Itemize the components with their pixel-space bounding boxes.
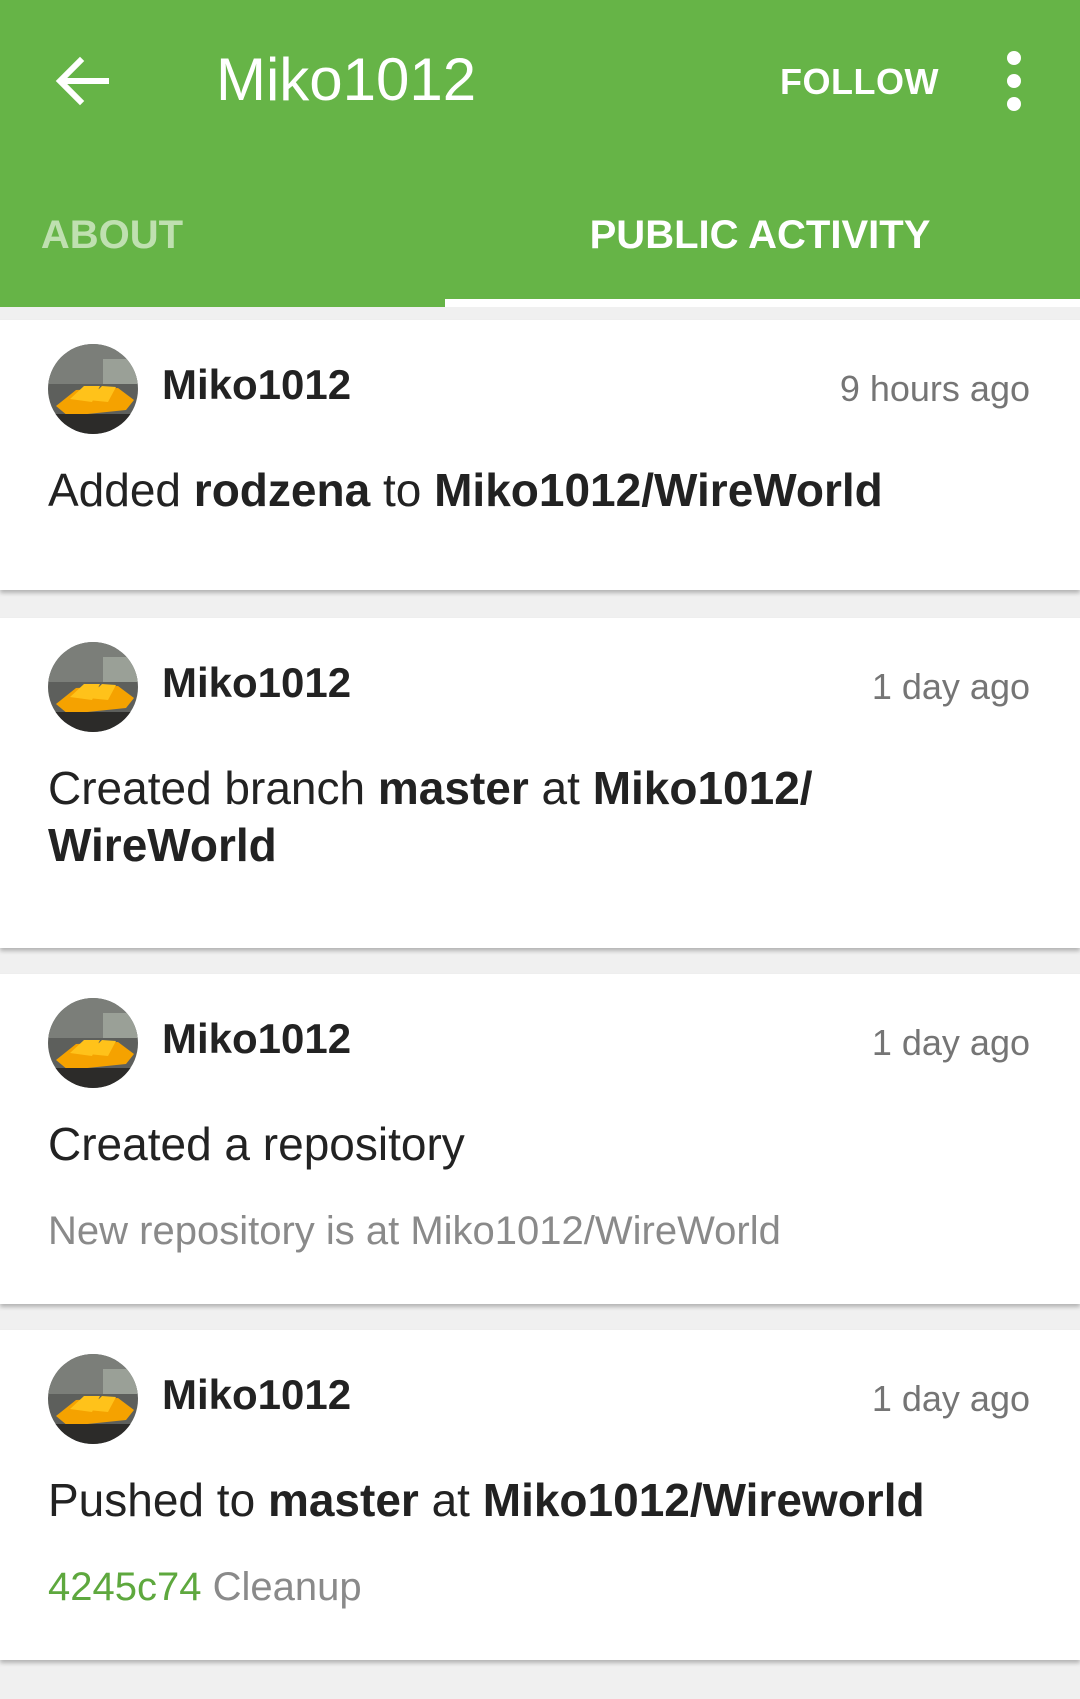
more-vert-icon bbox=[1007, 51, 1021, 111]
app-bar: Miko1012 FOLLOW ABOUT PUBLIC ACTIVITY bbox=[0, 0, 1080, 307]
more-options-button[interactable] bbox=[996, 48, 1032, 114]
arrow-left-icon bbox=[55, 56, 109, 106]
tab-bar: ABOUT PUBLIC ACTIVITY bbox=[0, 190, 1080, 307]
commit-sha-link[interactable]: 4245c74 bbox=[48, 1565, 201, 1609]
event-text: Created branch bbox=[48, 762, 378, 814]
event-user[interactable]: Miko1012 bbox=[162, 1014, 351, 1064]
avatar[interactable] bbox=[48, 642, 138, 732]
repo-link[interactable]: Miko1012/Wireworld bbox=[483, 1474, 925, 1526]
event-text: Pushed to bbox=[48, 1474, 268, 1526]
tab-public-activity[interactable]: PUBLIC ACTIVITY bbox=[440, 190, 1080, 302]
back-button[interactable] bbox=[50, 48, 116, 114]
event-description: Pushed to master at Miko1012/Wireworld bbox=[48, 1472, 1038, 1529]
page-title: Miko1012 bbox=[216, 46, 477, 113]
tab-about[interactable]: ABOUT bbox=[0, 190, 440, 302]
avatar[interactable] bbox=[48, 1354, 138, 1444]
event-description: Created branch master at Miko1012/WireWo… bbox=[48, 760, 1038, 874]
tab-indicator bbox=[445, 299, 1080, 307]
repo-link[interactable]: Miko1012/ bbox=[593, 762, 813, 814]
avatar-image bbox=[48, 642, 138, 732]
activity-card[interactable]: Miko1012 1 day ago Pushed to master at M… bbox=[0, 1330, 1080, 1660]
event-detail: New repository is at Miko1012/WireWorld bbox=[48, 1209, 781, 1253]
activity-card[interactable]: Miko1012 9 hours ago Added rodzena to Mi… bbox=[0, 320, 1080, 590]
event-text: at bbox=[528, 762, 593, 814]
repo-link[interactable]: WireWorld bbox=[48, 819, 277, 871]
commit-message: Cleanup bbox=[201, 1565, 362, 1609]
avatar-image bbox=[48, 1354, 138, 1444]
event-text: Created a repository bbox=[48, 1118, 465, 1170]
event-text: to bbox=[370, 464, 435, 516]
event-description: Created a repository bbox=[48, 1116, 1038, 1173]
event-user[interactable]: Miko1012 bbox=[162, 658, 351, 708]
avatar-image bbox=[48, 344, 138, 434]
activity-card[interactable]: Miko1012 1 day ago Created branch master… bbox=[0, 618, 1080, 948]
avatar-image bbox=[48, 998, 138, 1088]
event-user[interactable]: Miko1012 bbox=[162, 1370, 351, 1420]
event-time: 1 day ago bbox=[871, 1378, 1030, 1419]
event-text: Added bbox=[48, 464, 194, 516]
activity-card[interactable]: Miko1012 1 day ago Created a repository … bbox=[0, 974, 1080, 1304]
commit-line: 4245c74 Cleanup bbox=[48, 1562, 362, 1612]
event-description: Added rodzena to Miko1012/WireWorld bbox=[48, 462, 1038, 519]
avatar[interactable] bbox=[48, 344, 138, 434]
follow-button[interactable]: FOLLOW bbox=[780, 52, 939, 112]
event-text: at bbox=[418, 1474, 483, 1526]
member-link[interactable]: rodzena bbox=[194, 464, 370, 516]
avatar[interactable] bbox=[48, 998, 138, 1088]
branch-link[interactable]: master bbox=[268, 1474, 419, 1526]
event-time: 1 day ago bbox=[871, 666, 1030, 707]
branch-link[interactable]: master bbox=[378, 762, 529, 814]
event-time: 9 hours ago bbox=[839, 368, 1030, 409]
repo-link[interactable]: Miko1012/WireWorld bbox=[434, 464, 883, 516]
event-time: 1 day ago bbox=[871, 1022, 1030, 1063]
event-user[interactable]: Miko1012 bbox=[162, 360, 351, 410]
